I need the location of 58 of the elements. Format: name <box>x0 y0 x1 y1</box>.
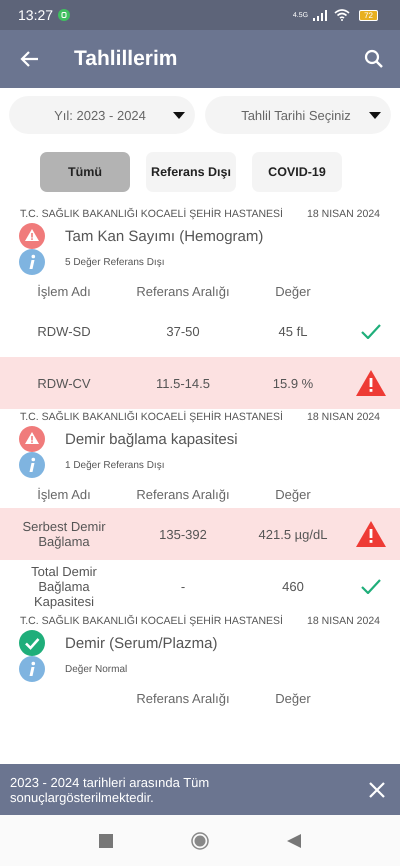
battery-indicator: 72 <box>359 10 378 20</box>
test-name: RDW-SD <box>37 324 91 338</box>
column-header: Referans Aralığı <box>136 284 230 298</box>
reference-range: 37-50 <box>166 324 200 338</box>
result-value: 421.5 µg/dL <box>258 526 328 542</box>
back-arrow-icon[interactable] <box>20 49 40 69</box>
reference-range: - <box>180 579 186 594</box>
test-title: Demir bağlama kapasitesi <box>65 430 238 448</box>
dropdown-caret-icon <box>369 112 381 118</box>
check-circle-icon <box>19 630 45 656</box>
column-header: İşlem Adı <box>37 486 91 502</box>
result-value: 45 fL <box>278 324 308 338</box>
back-icon[interactable] <box>287 834 301 848</box>
snackbar-message: 2023 - 2024 tarihleri arasında Tüm sonuçlargösterilmektedir. <box>10 774 210 804</box>
test-name: RDW-CV <box>37 376 91 390</box>
info-icon <box>19 249 45 275</box>
result-date: 18 NISAN 2024 <box>307 615 380 627</box>
screen-title: Tahlillerim <box>74 47 178 71</box>
reference-range: 135-392 <box>159 526 207 542</box>
signal-icon <box>313 10 330 20</box>
column-header: Değer <box>275 690 311 706</box>
warning-icon <box>19 426 45 452</box>
reference-range: 11.5-14.5 <box>156 376 210 390</box>
result-date: 18 NISAN 2024 <box>307 208 380 220</box>
test-summary: 1 Değer Referans Dışı <box>65 460 164 470</box>
filter-chip[interactable]: Referans Dışı <box>146 152 236 192</box>
info-icon <box>19 656 45 682</box>
result-value: 15.9 % <box>272 376 314 390</box>
column-header: Değer <box>275 486 311 502</box>
test-title: Demir (Serum/Plazma) <box>65 634 218 652</box>
result-value: 460 <box>282 579 304 594</box>
dropdown[interactable]: Tahlil Tarihi Seçiniz <box>205 96 391 134</box>
shield-icon <box>58 9 70 21</box>
dropdown-caret-icon <box>173 112 185 118</box>
hospital-name: T.C. SAĞLIK BAKANLIĞI KOCAELİ ŞEHİR HASTANESİ <box>20 411 283 423</box>
result-date: 18 NISAN 2024 <box>307 411 380 423</box>
hospital-name: T.C. SAĞLIK BAKANLIĞI KOCAELİ ŞEHİR HASTANESİ <box>20 208 283 220</box>
wifi-icon <box>334 9 350 21</box>
hospital-name: T.C. SAĞLIK BAKANLIĞI KOCAELİ ŞEHİR HASTANESİ <box>20 615 283 627</box>
filter-chip[interactable]: Tümü <box>40 152 130 192</box>
column-header: İşlem Adı <box>37 284 91 298</box>
recents-icon[interactable] <box>99 834 113 848</box>
column-header: Değer <box>275 284 311 298</box>
test-summary: Değer Normal <box>65 664 128 674</box>
warning-icon <box>19 223 45 249</box>
column-header: Referans Aralığı <box>136 486 230 502</box>
column-header: Referans Aralığı <box>136 690 230 706</box>
close-icon[interactable] <box>369 782 385 798</box>
info-icon <box>19 452 45 478</box>
filter-chip[interactable]: COVID-19 <box>252 152 342 192</box>
test-name: Serbest Demir Bağlama <box>21 519 107 549</box>
search-icon[interactable] <box>364 49 384 69</box>
test-title: Tam Kan Sayımı (Hemogram) <box>65 228 264 244</box>
test-name: Total Demir Bağlama Kapasitesi <box>30 564 98 609</box>
home-icon[interactable] <box>191 832 209 850</box>
dropdown[interactable]: Yıl: 2023 - 2024 <box>9 96 195 134</box>
clock: 13:27 <box>18 7 54 23</box>
test-summary: 5 Değer Referans Dışı <box>65 256 164 268</box>
